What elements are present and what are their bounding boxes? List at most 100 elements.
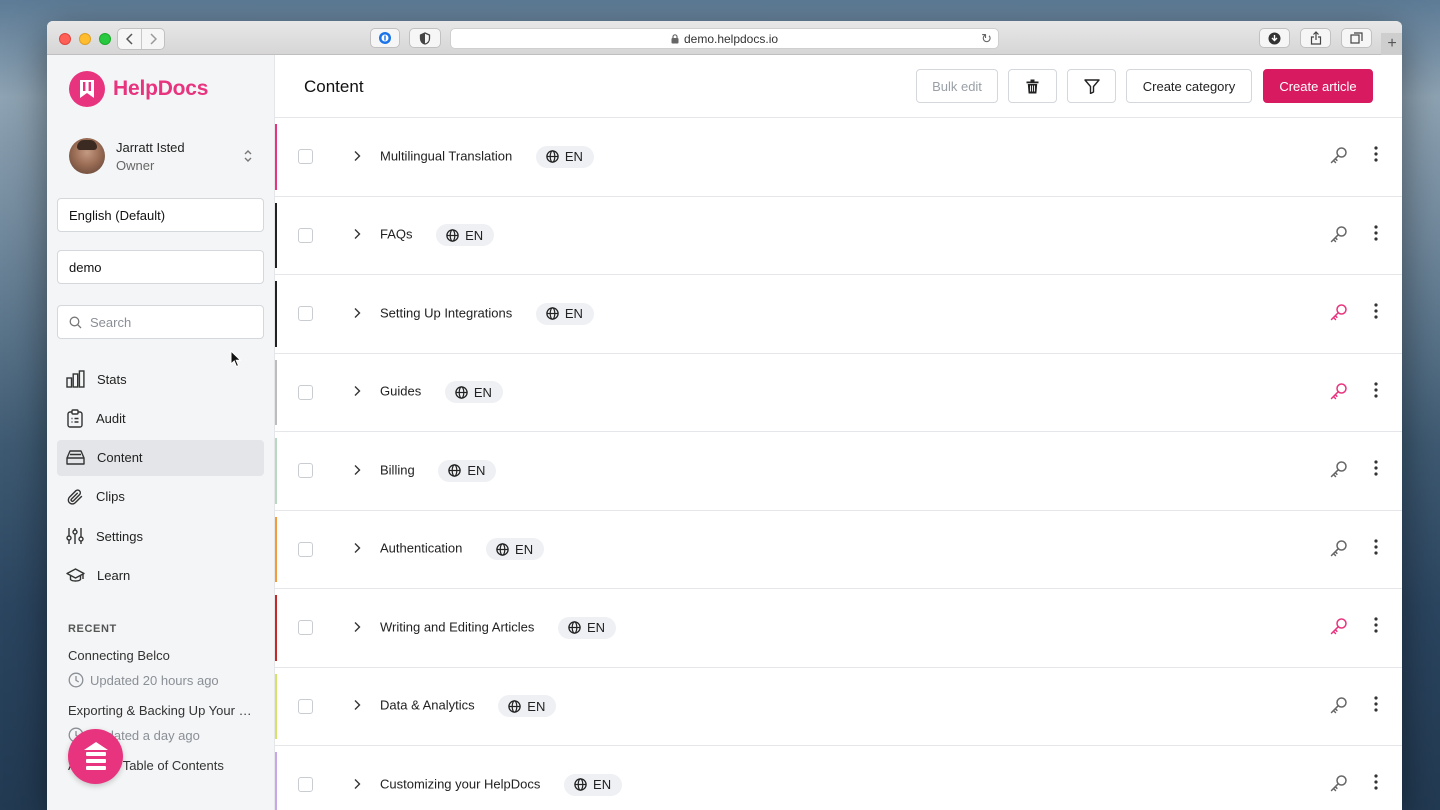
category-title[interactable]: Data & Analytics — [380, 698, 475, 713]
permissions-key-button[interactable] — [1330, 146, 1348, 169]
permissions-key-button[interactable] — [1330, 382, 1348, 405]
downloads-button[interactable] — [1259, 28, 1290, 48]
nav-item-content[interactable]: Content — [57, 439, 264, 476]
brand[interactable]: HelpDocs — [69, 71, 208, 107]
row-more-button[interactable] — [1374, 224, 1378, 246]
expand-chevron-icon[interactable] — [353, 227, 361, 243]
chevron-right-icon — [150, 33, 157, 45]
language-badge: EN — [498, 695, 557, 718]
nav-item-audit[interactable]: Audit — [57, 400, 264, 436]
row-checkbox[interactable] — [298, 306, 313, 322]
key-icon — [1330, 539, 1347, 556]
category-row[interactable]: Authentication EN — [275, 511, 1402, 589]
globe-icon — [508, 700, 522, 713]
row-checkbox[interactable] — [298, 149, 313, 165]
category-title[interactable]: Guides — [380, 384, 421, 399]
expand-chevron-icon[interactable] — [353, 463, 361, 479]
search-input[interactable] — [90, 314, 240, 330]
close-window-button[interactable] — [59, 33, 71, 45]
row-more-button[interactable] — [1374, 303, 1378, 324]
category-row[interactable]: Multilingual Translation EN — [275, 118, 1402, 197]
help-beacon-button[interactable] — [68, 729, 123, 784]
main-nav: Stats Audit Content Clips Settings Learn — [57, 361, 264, 597]
category-color-bar — [275, 202, 277, 268]
tab-overview-button[interactable] — [1341, 28, 1372, 48]
permissions-key-button[interactable] — [1330, 460, 1348, 483]
row-checkbox[interactable] — [298, 463, 313, 479]
workspace-select[interactable]: demo — [57, 250, 264, 284]
new-tab-button[interactable]: + — [1381, 33, 1402, 55]
row-more-button[interactable] — [1374, 460, 1378, 481]
category-title[interactable]: Customizing your HelpDocs — [380, 776, 540, 791]
expand-chevron-icon[interactable] — [353, 384, 361, 400]
address-bar[interactable]: demo.helpdocs.io ↻ — [450, 28, 999, 49]
share-button[interactable] — [1300, 28, 1331, 48]
category-row[interactable]: Customizing your HelpDocs EN — [275, 746, 1402, 810]
recent-item-title: Connecting Belco — [68, 648, 170, 663]
recent-item[interactable]: Connecting Belco Updated 20 hours ago — [68, 648, 258, 688]
forward-button[interactable] — [141, 29, 164, 49]
category-row[interactable]: Data & Analytics EN — [275, 668, 1402, 746]
category-title[interactable]: Billing — [380, 462, 415, 477]
category-title[interactable]: FAQs — [380, 227, 413, 242]
zoom-window-button[interactable] — [99, 33, 111, 45]
row-more-button[interactable] — [1374, 774, 1378, 795]
category-title[interactable]: Setting Up Integrations — [380, 305, 512, 320]
row-more-button[interactable] — [1374, 538, 1378, 560]
row-checkbox[interactable] — [298, 384, 313, 400]
category-row[interactable]: Guides EN — [275, 354, 1402, 432]
bulk-edit-button[interactable]: Bulk edit — [916, 69, 998, 103]
row-more-button[interactable] — [1374, 617, 1378, 638]
row-more-button[interactable] — [1374, 146, 1378, 167]
row-checkbox[interactable] — [298, 777, 313, 793]
permissions-key-button[interactable] — [1330, 774, 1348, 797]
expand-chevron-icon[interactable] — [353, 149, 361, 165]
permissions-key-button[interactable] — [1330, 617, 1348, 640]
category-row[interactable]: Setting Up Integrations EN — [275, 275, 1402, 354]
minimize-window-button[interactable] — [79, 33, 91, 45]
reload-icon[interactable]: ↻ — [981, 31, 992, 47]
category-row[interactable]: Billing EN — [275, 432, 1402, 511]
category-title[interactable]: Authentication — [380, 541, 462, 556]
permissions-key-button[interactable] — [1330, 303, 1348, 326]
category-title[interactable]: Multilingual Translation — [380, 148, 512, 163]
category-row[interactable]: Writing and Editing Articles EN — [275, 589, 1402, 668]
back-button[interactable] — [118, 29, 141, 49]
row-more-button[interactable] — [1374, 381, 1378, 403]
expand-chevron-icon[interactable] — [353, 541, 361, 557]
row-checkbox[interactable] — [298, 620, 313, 636]
tabs-icon — [1350, 32, 1363, 44]
nav-item-clips[interactable]: Clips — [57, 479, 264, 515]
category-color-bar — [275, 281, 277, 347]
help-beacon-icon — [83, 741, 108, 770]
delete-button[interactable] — [1008, 69, 1057, 103]
nav-item-learn[interactable]: Learn — [57, 557, 264, 593]
key-icon — [1330, 304, 1347, 321]
row-checkbox[interactable] — [298, 227, 313, 243]
expand-chevron-icon[interactable] — [353, 698, 361, 714]
privacy-shield-button[interactable] — [409, 28, 441, 48]
nav-item-settings[interactable]: Settings — [57, 518, 264, 554]
expand-chevron-icon[interactable] — [353, 620, 361, 636]
expand-chevron-icon[interactable] — [353, 777, 361, 793]
row-checkbox[interactable] — [298, 541, 313, 557]
permissions-key-button[interactable] — [1330, 539, 1348, 562]
row-checkbox[interactable] — [298, 698, 313, 714]
chevron-left-icon — [125, 33, 133, 45]
search-field[interactable] — [57, 305, 264, 339]
password-extension-button[interactable] — [370, 28, 400, 48]
expand-chevron-icon[interactable] — [353, 306, 361, 322]
create-category-button[interactable]: Create category — [1126, 69, 1252, 103]
permissions-key-button[interactable] — [1330, 696, 1348, 719]
create-article-button[interactable]: Create article — [1263, 69, 1373, 103]
category-title-wrap: Guides EN — [380, 381, 503, 404]
language-badge: EN — [535, 302, 594, 325]
permissions-key-button[interactable] — [1330, 225, 1348, 248]
language-select[interactable]: English (Default) — [57, 198, 264, 232]
globe-icon — [448, 464, 462, 477]
row-more-button[interactable] — [1374, 695, 1378, 717]
user-switcher[interactable]: Jarratt Isted Owner — [69, 138, 253, 174]
category-row[interactable]: FAQs EN — [275, 197, 1402, 275]
category-title[interactable]: Writing and Editing Articles — [380, 619, 534, 634]
filter-button[interactable] — [1067, 69, 1116, 103]
